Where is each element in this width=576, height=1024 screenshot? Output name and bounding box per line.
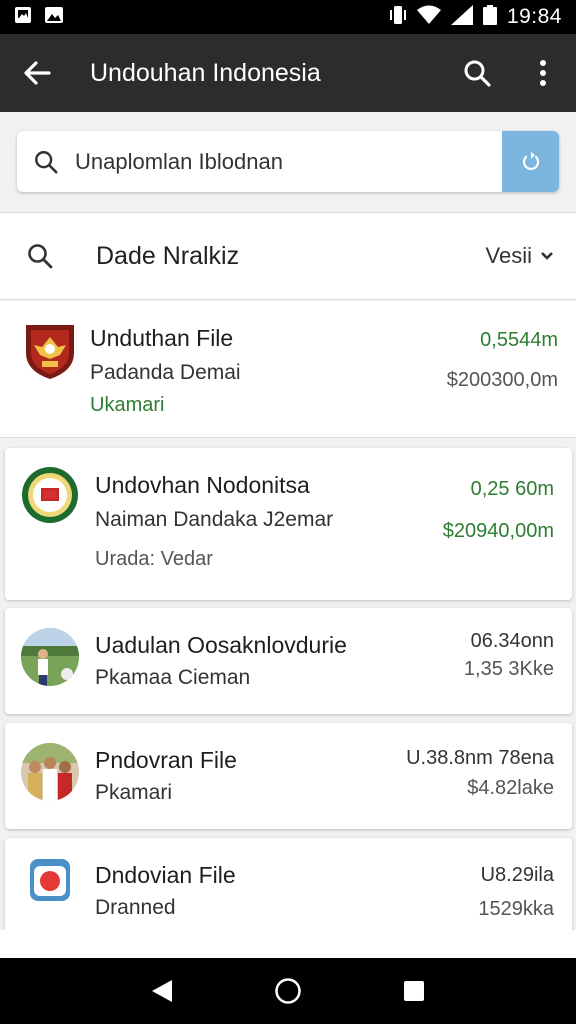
- back-button[interactable]: [0, 34, 74, 112]
- item-title: Uadulan Oosaknlovdurie: [95, 632, 347, 658]
- search-refresh-button[interactable]: [502, 131, 559, 192]
- item-subtitle: Pkamari: [95, 781, 173, 804]
- search-button[interactable]: [444, 34, 510, 112]
- dropdown-value: Vesii: [485, 243, 532, 268]
- item-subtitle: Naiman Dandaka J2emar: [95, 508, 334, 531]
- item-logo: [21, 466, 79, 524]
- item-value-top: U8.29ila: [480, 864, 554, 886]
- battery-icon: [482, 4, 497, 30]
- gallery-notification-icon: [44, 6, 64, 29]
- list-item[interactable]: Pndovran File Pkamari U.38.8nm 78ena $4.…: [5, 723, 572, 829]
- filter-label: Dade Nralkiz: [96, 241, 240, 270]
- item-photo: [21, 743, 79, 801]
- item-photo: [21, 628, 79, 686]
- list-item[interactable]: Undovhan Nodonitsa Naiman Dandaka J2emar…: [5, 448, 572, 600]
- back-arrow-icon: [24, 61, 51, 85]
- nav-home-icon[interactable]: [274, 977, 302, 1005]
- item-subtitle: Padanda Demai: [90, 361, 241, 384]
- search-area: [0, 112, 576, 212]
- item-subtitle: Pkamaa Cieman: [95, 666, 251, 689]
- nav-back-icon[interactable]: [150, 978, 174, 1004]
- item-logo: [29, 858, 71, 902]
- partial-list-item: [0, 930, 576, 960]
- refresh-icon: [522, 151, 539, 170]
- image-notification-icon: [14, 6, 32, 29]
- nav-recents-icon[interactable]: [402, 979, 426, 1003]
- search-field-icon: [17, 149, 75, 175]
- item-title: Pndovran File: [95, 747, 237, 773]
- item-value-bottom: $4.82lake: [467, 777, 554, 799]
- item-value-top: 06.34onn: [470, 630, 554, 652]
- wifi-icon: [416, 5, 441, 30]
- item-meta: Ukamari: [90, 394, 165, 416]
- status-bar: 19:84: [0, 0, 576, 34]
- item-value-bottom: $200300,0m: [446, 369, 558, 391]
- item-title: Unduthan File: [90, 325, 234, 351]
- item-value-top: 0,25 60m: [470, 478, 554, 500]
- search-input[interactable]: [75, 148, 502, 175]
- item-value-bottom: 1529kka: [478, 898, 554, 920]
- navigation-bar: [0, 958, 576, 1024]
- search-icon: [464, 60, 491, 87]
- item-logo: [22, 321, 78, 381]
- list-item[interactable]: Unduthan File Padanda Demai Ukamari 0,55…: [0, 301, 576, 438]
- item-value-bottom: $20940,00m: [442, 520, 554, 542]
- vibrate-icon: [389, 5, 407, 30]
- filter-row: Dade Nralkiz Vesii: [0, 212, 576, 300]
- clock: 19:84: [506, 5, 562, 28]
- search-box: [17, 131, 559, 192]
- item-value-top: U.38.8nm 78ena: [406, 747, 554, 769]
- page-title: Undouhan Indonesia: [90, 58, 321, 87]
- item-subtitle: Dranned: [95, 896, 176, 919]
- item-title: Dndovian File: [95, 862, 236, 888]
- filter-search-icon: [0, 242, 80, 270]
- item-meta: Urada: Vedar: [95, 548, 213, 570]
- list-item[interactable]: Uadulan Oosaknlovdurie Pkamaa Cieman 06.…: [5, 608, 572, 714]
- app-bar: Undouhan Indonesia: [0, 34, 576, 112]
- signal-icon: [450, 4, 473, 30]
- more-vert-icon: [540, 60, 546, 86]
- item-value-bottom: 1,35 3Kke: [463, 658, 554, 680]
- version-dropdown[interactable]: Vesii: [486, 243, 576, 269]
- item-value-top: 0,5544m: [480, 329, 558, 351]
- chevron-down-icon: [541, 252, 553, 260]
- item-title: Undovhan Nodonitsa: [95, 472, 310, 498]
- overflow-menu-button[interactable]: [510, 34, 576, 112]
